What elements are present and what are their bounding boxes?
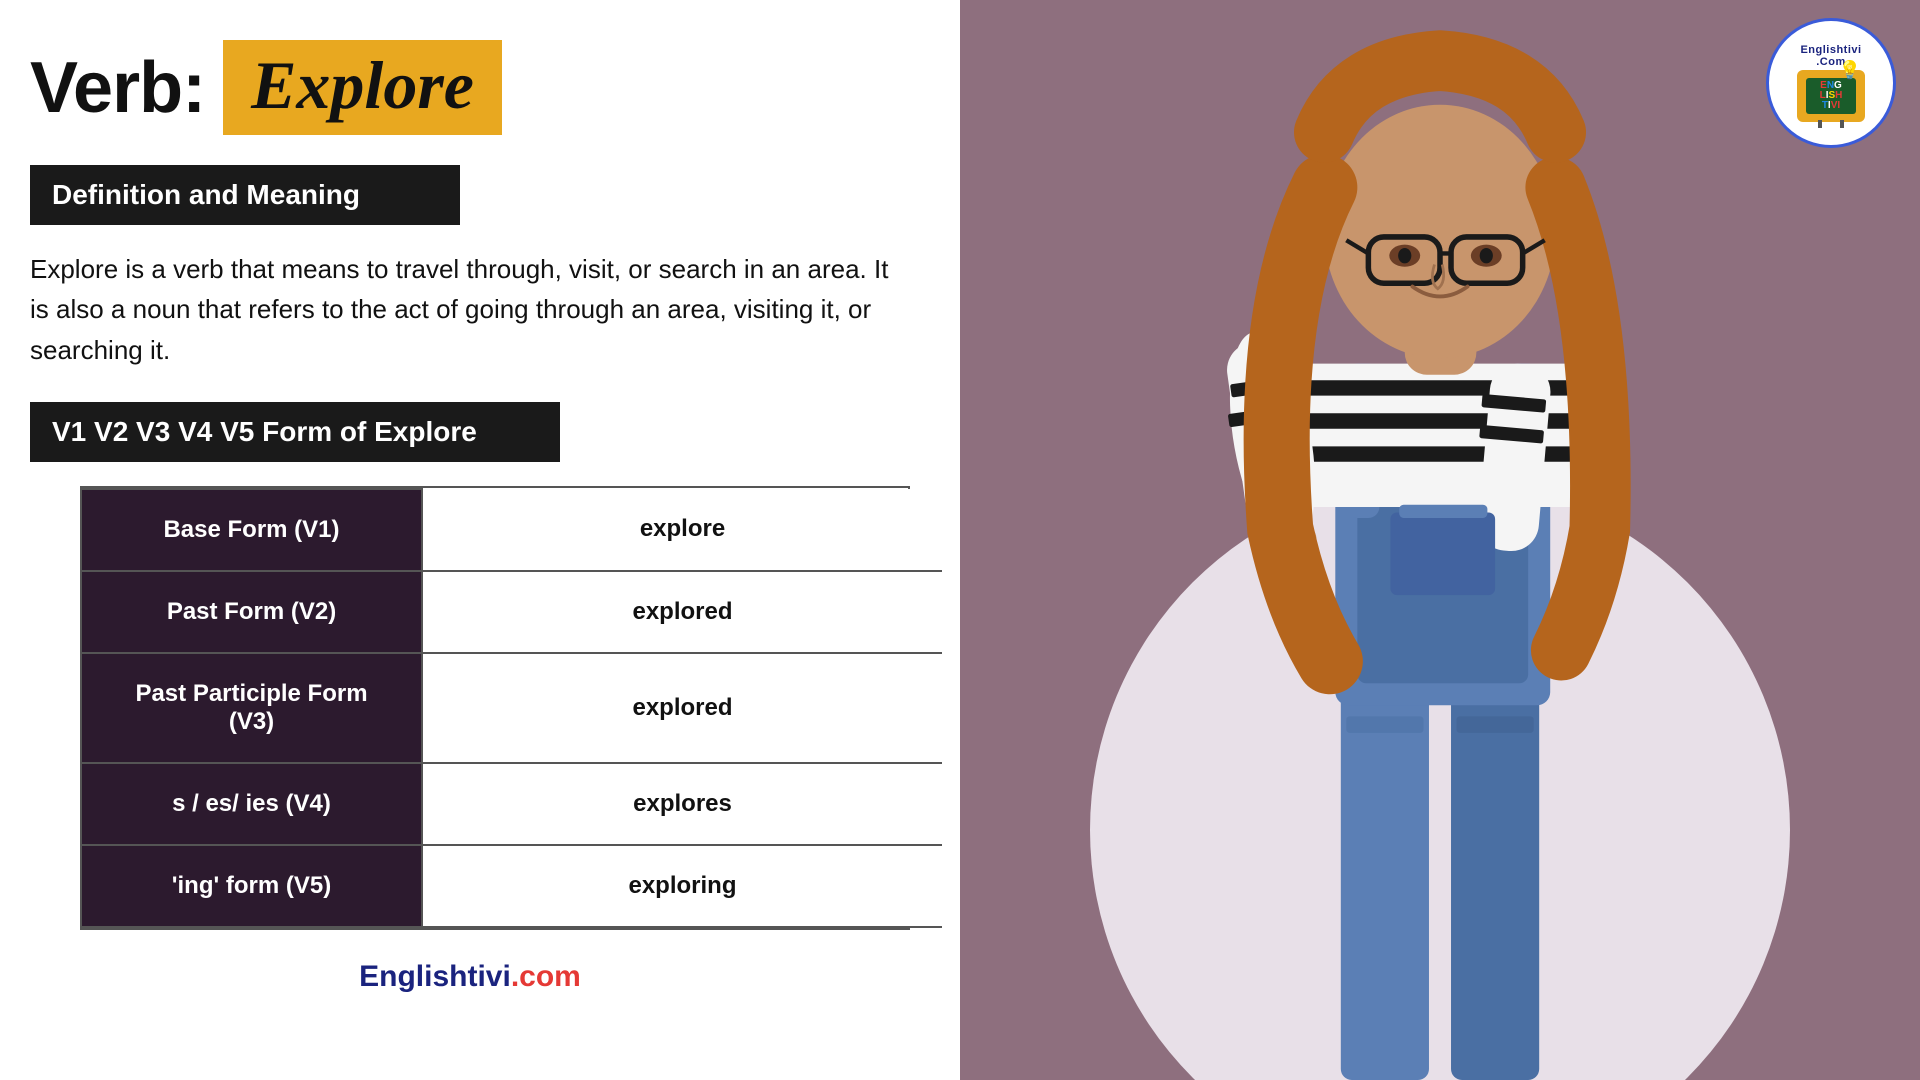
table-cell-value-2: explored (422, 653, 942, 763)
table-cell-label-3: s / es/ ies (V4) (82, 763, 422, 845)
table-cell-label-0: Base Form (V1) (82, 489, 422, 571)
table-cell-value-3: explores (422, 763, 942, 845)
definition-text: Explore is a verb that means to travel t… (30, 249, 910, 370)
table-row: Past Participle Form (V3)explored (82, 653, 942, 763)
verb-word: Explore (223, 40, 502, 135)
table-cell-value-4: exploring (422, 845, 942, 927)
left-panel: Verb: Explore Definition and Meaning Exp… (0, 0, 960, 1080)
footer-brand: Englishtivi.com (30, 960, 910, 994)
verb-label: Verb: (30, 47, 205, 129)
right-panel: Englishtivi .Com ENG LISH TIVI 💡 (960, 0, 1920, 1080)
table-row: s / es/ ies (V4)explores (82, 763, 942, 845)
bulb-icon: 💡 (1839, 60, 1861, 81)
tv-leg-left (1818, 120, 1822, 128)
logo-tv: ENG LISH TIVI 💡 (1797, 70, 1865, 122)
table-cell-label-4: 'ing' form (V5) (82, 845, 422, 927)
logo-inner: Englishtivi .Com ENG LISH TIVI 💡 (1776, 28, 1886, 138)
table-cell-value-1: explored (422, 571, 942, 653)
table-cell-label-1: Past Form (V2) (82, 571, 422, 653)
table-cell-value-0: explore (422, 489, 942, 571)
logo-circle: Englishtivi .Com ENG LISH TIVI 💡 (1766, 18, 1896, 148)
verb-forms-table: Base Form (V1)explorePast Form (V2)explo… (82, 488, 942, 928)
tv-legs (1818, 120, 1844, 128)
brand-red: .com (511, 960, 581, 993)
table-row: 'ing' form (V5)exploring (82, 845, 942, 927)
tv-leg-right (1840, 120, 1844, 128)
table-row: Past Form (V2)explored (82, 571, 942, 653)
logo-line1: Englishtivi (1800, 44, 1861, 56)
verb-forms-table-wrapper: Base Form (V1)explorePast Form (V2)explo… (80, 486, 910, 930)
verb-title: Verb: Explore (30, 40, 910, 135)
girl-figure (960, 0, 1920, 1080)
logo-tv-screen: ENG LISH TIVI (1806, 78, 1856, 114)
vforms-heading: V1 V2 V3 V4 V5 Form of Explore (30, 402, 560, 462)
table-cell-label-2: Past Participle Form (V3) (82, 653, 422, 763)
table-row: Base Form (V1)explore (82, 489, 942, 571)
brand-blue: Englishtivi (359, 960, 511, 993)
definition-heading: Definition and Meaning (30, 165, 460, 225)
logo-tv-text: ENG LISH TIVI (1820, 81, 1843, 111)
